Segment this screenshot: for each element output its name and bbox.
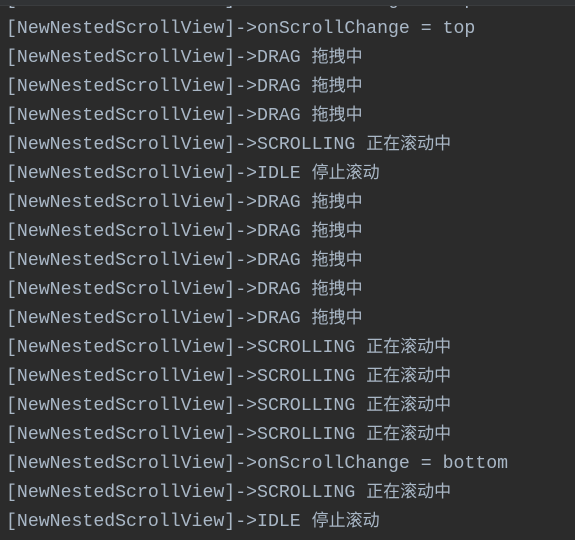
- log-msg: SCROLLING: [257, 483, 367, 503]
- log-line: [NewNestedScrollView]->DRAG 拖拽中: [6, 72, 508, 101]
- log-msg: DRAG: [257, 309, 312, 329]
- log-prefix: [NewNestedScrollView]->: [6, 483, 258, 503]
- log-msg: SCROLLING: [257, 425, 367, 445]
- log-prefix: [NewNestedScrollView]->: [6, 164, 258, 184]
- console-log: [NewNestedScrollView]->onScrollChange = …: [6, 0, 508, 536]
- log-line: [NewNestedScrollView]->SCROLLING 正在滚动中: [6, 362, 508, 391]
- log-prefix: [NewNestedScrollView]->: [6, 135, 258, 155]
- log-cn: 停止滚动: [311, 511, 380, 531]
- log-line: [NewNestedScrollView]->DRAG 拖拽中: [6, 304, 508, 333]
- log-prefix: [NewNestedScrollView]->: [6, 396, 258, 416]
- log-prefix: [NewNestedScrollView]->: [6, 193, 258, 213]
- log-msg: DRAG: [257, 106, 312, 126]
- log-cn: 正在滚动中: [366, 395, 452, 415]
- log-cn: 拖拽中: [311, 105, 363, 125]
- log-msg: SCROLLING: [257, 135, 367, 155]
- log-line: [NewNestedScrollView]->SCROLLING 正在滚动中: [6, 130, 508, 159]
- log-line: [NewNestedScrollView]->onScrollChange = …: [6, 14, 508, 43]
- log-line: [NewNestedScrollView]->DRAG 拖拽中: [6, 246, 508, 275]
- log-line: [NewNestedScrollView]->SCROLLING 正在滚动中: [6, 420, 508, 449]
- log-cn: 拖拽中: [311, 250, 363, 270]
- log-prefix: [NewNestedScrollView]->: [6, 425, 258, 445]
- log-line: [NewNestedScrollView]->onScrollChange = …: [6, 449, 508, 478]
- console-top-bar: [0, 0, 575, 6]
- log-prefix: [NewNestedScrollView]->: [6, 77, 258, 97]
- log-msg: DRAG: [257, 280, 312, 300]
- log-line: [NewNestedScrollView]->DRAG 拖拽中: [6, 275, 508, 304]
- log-prefix: [NewNestedScrollView]->: [6, 280, 258, 300]
- log-cn: 拖拽中: [311, 221, 363, 241]
- log-prefix: [NewNestedScrollView]->: [6, 19, 258, 39]
- log-prefix: [NewNestedScrollView]->: [6, 512, 258, 532]
- log-cn: 拖拽中: [311, 76, 363, 96]
- log-prefix: [NewNestedScrollView]->: [6, 338, 258, 358]
- log-line: [NewNestedScrollView]->SCROLLING 正在滚动中: [6, 478, 508, 507]
- log-line: [NewNestedScrollView]->DRAG 拖拽中: [6, 188, 508, 217]
- log-msg: SCROLLING: [257, 338, 367, 358]
- log-line: [NewNestedScrollView]->DRAG 拖拽中: [6, 101, 508, 130]
- log-cn: 拖拽中: [311, 308, 363, 328]
- log-msg: SCROLLING: [257, 396, 367, 416]
- log-cn: 停止滚动: [311, 163, 380, 183]
- log-cn: 正在滚动中: [366, 424, 452, 444]
- log-msg: DRAG: [257, 251, 312, 271]
- log-msg: IDLE: [257, 164, 312, 184]
- log-cn: 拖拽中: [311, 47, 363, 67]
- log-cn: 正在滚动中: [366, 337, 452, 357]
- log-prefix: [NewNestedScrollView]->: [6, 251, 258, 271]
- log-prefix: [NewNestedScrollView]->: [6, 222, 258, 242]
- log-prefix: [NewNestedScrollView]->: [6, 106, 258, 126]
- log-line: [NewNestedScrollView]->IDLE 停止滚动: [6, 507, 508, 536]
- log-line: [NewNestedScrollView]->DRAG 拖拽中: [6, 43, 508, 72]
- log-prefix: [NewNestedScrollView]->: [6, 309, 258, 329]
- log-cn: 正在滚动中: [366, 366, 452, 386]
- log-cn: 拖拽中: [311, 279, 363, 299]
- log-line: [NewNestedScrollView]->IDLE 停止滚动: [6, 159, 508, 188]
- log-msg: DRAG: [257, 48, 312, 68]
- log-cn: 正在滚动中: [366, 482, 452, 502]
- log-msg: SCROLLING: [257, 367, 367, 387]
- log-msg: DRAG: [257, 222, 312, 242]
- log-msg: DRAG: [257, 193, 312, 213]
- log-line: [NewNestedScrollView]->SCROLLING 正在滚动中: [6, 391, 508, 420]
- log-msg: IDLE: [257, 512, 312, 532]
- log-line: [NewNestedScrollView]->SCROLLING 正在滚动中: [6, 333, 508, 362]
- log-prefix: [NewNestedScrollView]->: [6, 48, 258, 68]
- log-cn: 拖拽中: [311, 192, 363, 212]
- log-prefix: [NewNestedScrollView]->: [6, 367, 258, 387]
- log-msg: DRAG: [257, 77, 312, 97]
- log-cn: 正在滚动中: [366, 134, 452, 154]
- log-msg: onScrollChange = bottom: [257, 454, 509, 474]
- log-prefix: [NewNestedScrollView]->: [6, 454, 258, 474]
- log-msg: onScrollChange = top: [257, 19, 476, 39]
- log-line: [NewNestedScrollView]->DRAG 拖拽中: [6, 217, 508, 246]
